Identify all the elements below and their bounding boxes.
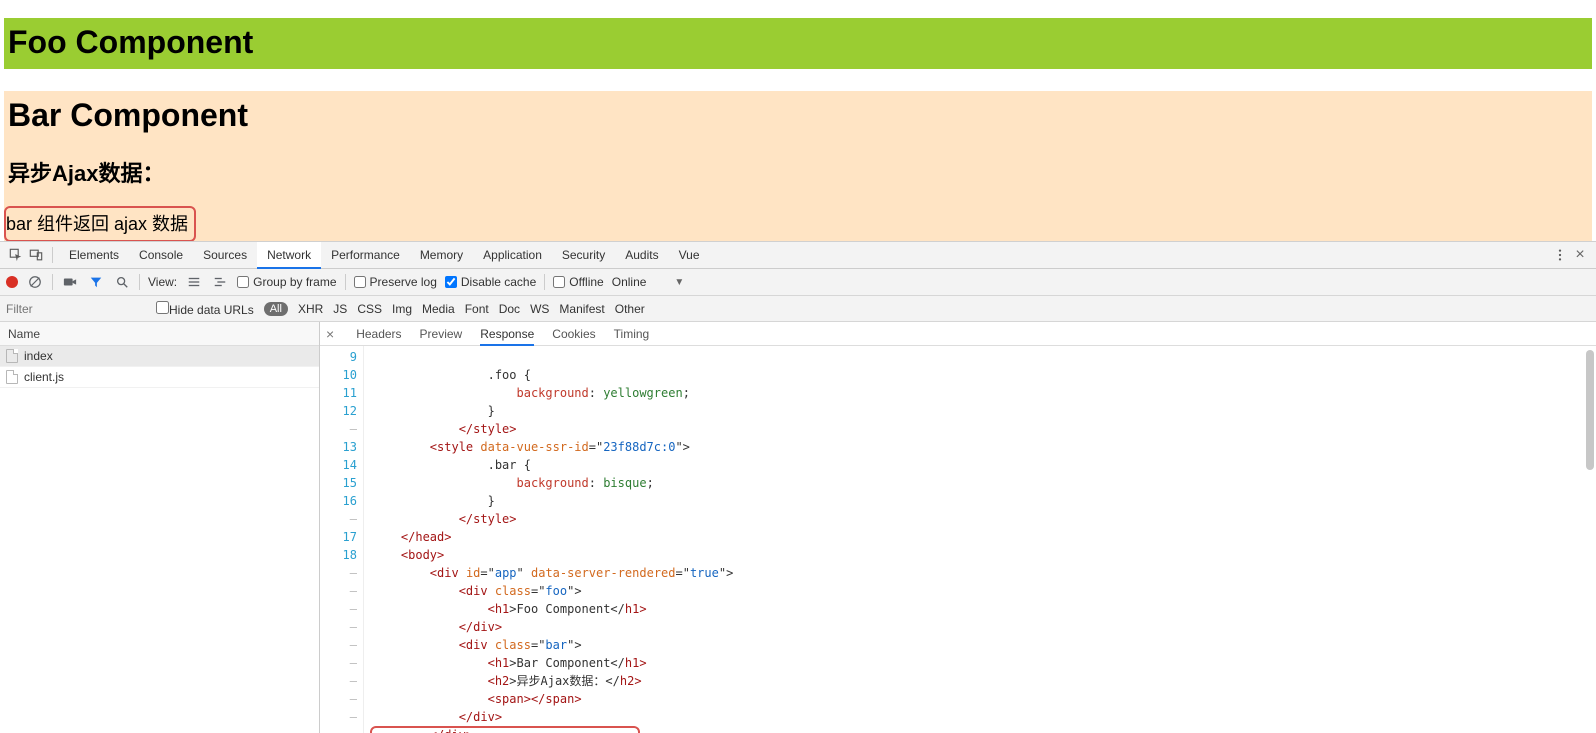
detail-tab-response[interactable]: Response bbox=[480, 322, 534, 346]
devtools-panel: Elements Console Sources Network Perform… bbox=[0, 241, 1596, 733]
filter-type-doc[interactable]: Doc bbox=[499, 302, 520, 316]
filter-type-css[interactable]: CSS bbox=[357, 302, 382, 316]
request-row-index[interactable]: index bbox=[0, 346, 319, 367]
request-list: Name index client.js bbox=[0, 322, 320, 733]
tab-network[interactable]: Network bbox=[257, 242, 321, 269]
tab-sources[interactable]: Sources bbox=[193, 242, 257, 269]
network-filter-bar: Hide data URLs All XHR JS CSS Img Media … bbox=[0, 296, 1596, 322]
separator bbox=[52, 247, 53, 263]
tab-vue[interactable]: Vue bbox=[669, 242, 710, 269]
online-select[interactable]: Online bbox=[612, 275, 647, 289]
detail-tab-timing[interactable]: Timing bbox=[614, 322, 650, 346]
rendered-page: Foo Component Bar Component 异步Ajax数据： ba… bbox=[0, 18, 1596, 252]
file-icon bbox=[6, 370, 18, 384]
throttling-dropdown-icon[interactable]: ▼ bbox=[654, 277, 684, 288]
filter-type-media[interactable]: Media bbox=[422, 302, 455, 316]
detail-tab-headers[interactable]: Headers bbox=[356, 322, 401, 346]
bar-component: Bar Component 异步Ajax数据： bar 组件返回 ajax 数据 bbox=[4, 91, 1592, 252]
filter-type-font[interactable]: Font bbox=[465, 302, 489, 316]
tab-memory[interactable]: Memory bbox=[410, 242, 473, 269]
bar-subtitle: 异步Ajax数据： bbox=[8, 156, 1584, 188]
response-code: .foo { background: yellowgreen; } </styl… bbox=[364, 346, 1596, 733]
line-gutter: 9101112–13141516–1718–––––––––––––––19– bbox=[320, 346, 364, 733]
detail-tab-cookies[interactable]: Cookies bbox=[552, 322, 595, 346]
devtools-close-icon[interactable]: × bbox=[1570, 246, 1590, 264]
offline-checkbox[interactable]: Offline bbox=[553, 275, 603, 289]
clear-icon[interactable] bbox=[26, 273, 44, 291]
request-detail: × Headers Preview Response Cookies Timin… bbox=[320, 322, 1596, 733]
network-body: Name index client.js × Headers Preview R… bbox=[0, 322, 1596, 733]
filter-type-img[interactable]: Img bbox=[392, 302, 412, 316]
request-list-header[interactable]: Name bbox=[0, 322, 319, 346]
filter-type-manifest[interactable]: Manifest bbox=[559, 302, 604, 316]
devtools-tabstrip: Elements Console Sources Network Perform… bbox=[0, 242, 1596, 269]
response-code-view[interactable]: 9101112–13141516–1718–––––––––––––––19– … bbox=[320, 346, 1596, 733]
foo-title: Foo Component bbox=[8, 24, 1584, 61]
request-name: index bbox=[24, 349, 53, 363]
filter-type-ws[interactable]: WS bbox=[530, 302, 549, 316]
disable-cache-checkbox[interactable]: Disable cache bbox=[445, 275, 536, 289]
view-label: View: bbox=[148, 275, 177, 289]
tab-console[interactable]: Console bbox=[129, 242, 193, 269]
network-toolbar: View: Group by frame Preserve log Disabl… bbox=[0, 269, 1596, 296]
detail-tabs: × Headers Preview Response Cookies Timin… bbox=[320, 322, 1596, 346]
device-toolbar-icon[interactable] bbox=[26, 245, 46, 265]
detail-tab-preview[interactable]: Preview bbox=[420, 322, 463, 346]
filter-type-xhr[interactable]: XHR bbox=[298, 302, 323, 316]
view-frames-icon[interactable] bbox=[211, 273, 229, 291]
inspect-element-icon[interactable] bbox=[6, 245, 26, 265]
filter-type-all[interactable]: All bbox=[264, 302, 288, 316]
foo-component: Foo Component bbox=[4, 18, 1592, 69]
preserve-log-checkbox[interactable]: Preserve log bbox=[354, 275, 437, 289]
kebab-menu-icon[interactable] bbox=[1550, 245, 1570, 265]
group-by-frame-checkbox[interactable]: Group by frame bbox=[237, 275, 336, 289]
bar-ajax-result: bar 组件返回 ajax 数据 bbox=[4, 206, 196, 242]
bar-title: Bar Component bbox=[8, 97, 1584, 134]
tab-audits[interactable]: Audits bbox=[615, 242, 668, 269]
tab-performance[interactable]: Performance bbox=[321, 242, 410, 269]
search-icon[interactable] bbox=[113, 273, 131, 291]
tab-application[interactable]: Application bbox=[473, 242, 552, 269]
filter-input[interactable] bbox=[6, 302, 146, 316]
request-row-clientjs[interactable]: client.js bbox=[0, 367, 319, 388]
file-icon bbox=[6, 349, 18, 363]
close-detail-icon[interactable]: × bbox=[326, 326, 338, 342]
filter-icon[interactable] bbox=[87, 273, 105, 291]
filter-type-js[interactable]: JS bbox=[333, 302, 347, 316]
tab-elements[interactable]: Elements bbox=[59, 242, 129, 269]
filter-type-other[interactable]: Other bbox=[615, 302, 645, 316]
hide-data-urls-checkbox[interactable]: Hide data URLs bbox=[156, 301, 254, 317]
tab-security[interactable]: Security bbox=[552, 242, 615, 269]
record-button-icon[interactable] bbox=[6, 276, 18, 288]
view-list-icon[interactable] bbox=[185, 273, 203, 291]
scrollbar-thumb[interactable] bbox=[1586, 350, 1594, 470]
camera-icon[interactable] bbox=[61, 273, 79, 291]
request-name: client.js bbox=[24, 370, 64, 384]
